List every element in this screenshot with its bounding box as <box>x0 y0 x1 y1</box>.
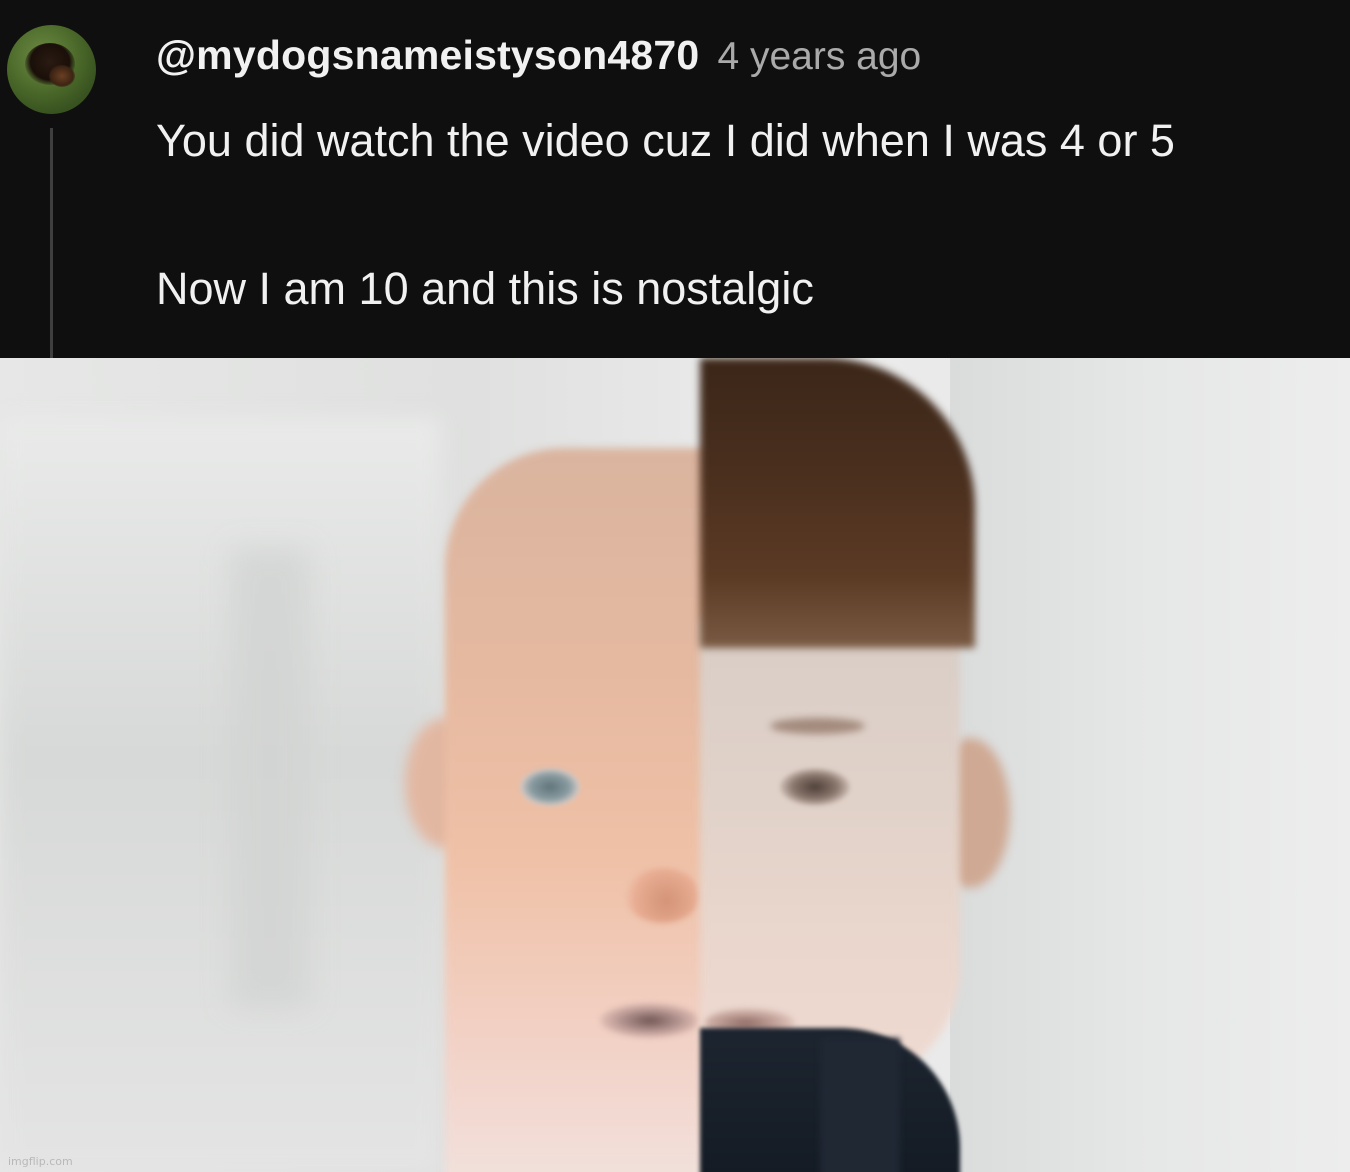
thread-line <box>50 128 53 358</box>
background-left <box>0 418 440 1172</box>
comment-header: @mydogsnameistyson4870 4 years ago <box>156 32 921 79</box>
boy-collar <box>820 1038 900 1172</box>
comment-text-line-2: Now I am 10 and this is nostalgic <box>156 263 814 314</box>
baby-nose <box>625 868 700 923</box>
comment-author[interactable]: @mydogsnameistyson4870 <box>156 32 699 79</box>
background-post <box>230 548 310 1008</box>
boy-hair <box>700 358 975 648</box>
dog-head-shape <box>49 65 75 87</box>
boy-eyebrow <box>770 718 865 734</box>
boy-eye <box>780 768 850 806</box>
background-right <box>950 358 1350 1172</box>
comment-timestamp[interactable]: 4 years ago <box>717 35 921 79</box>
comment-thread: @mydogsnameistyson4870 4 years ago You d… <box>0 0 1350 358</box>
imgflip-watermark: imgflip.com <box>8 1155 73 1168</box>
meme-image: imgflip.com <box>0 358 1350 1172</box>
avatar[interactable] <box>7 25 96 114</box>
baby-mouth <box>600 1003 700 1038</box>
baby-eye <box>520 768 580 806</box>
baby-face-half <box>445 448 710 1172</box>
comment-text-line-1: You did watch the video cuz I did when I… <box>156 115 1175 166</box>
